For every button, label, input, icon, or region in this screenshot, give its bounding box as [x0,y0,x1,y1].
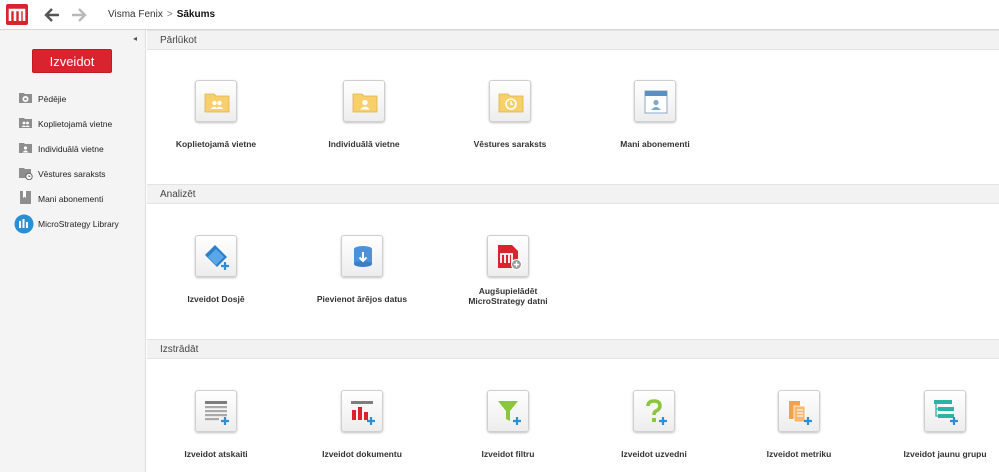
upload-mstr-file-icon [487,235,529,277]
section-title: Pārlūkot [160,35,197,46]
tile-shared-site[interactable]: Koplietojamā vietne [151,80,281,180]
collapse-sidebar-button[interactable]: ◂ [133,34,137,43]
tile-label: Izveidot atskaiti [184,449,248,459]
section-header-browse: Pārlūkot [147,30,999,50]
sidebar: ◂ Izveidot Pēdējie Koplietojamā vietne I… [0,30,146,472]
sidebar-item-library[interactable]: MicroStrategy Library [0,213,146,235]
tile-label: Izveidot jaunu grupu [903,449,987,459]
section-title: Analizēt [160,189,196,200]
section-header-analyze: Analizēt [147,184,999,204]
tile-label: Izveidot uzvedni [621,449,687,459]
sidebar-item-label: Vēstures saraksts [38,169,106,179]
tile-label-line1: Augšupielādēt [478,286,538,296]
create-report-icon [195,390,237,432]
subscriptions-icon [20,191,31,204]
shared-folder-icon [195,80,237,122]
tile-create-document[interactable]: Izveidot dokumentu [297,390,427,472]
top-bar: Visma Fenix > Sākums [0,0,999,30]
breadcrumb-separator: > [166,9,173,20]
tile-create-metric[interactable]: Izveidot metriku [734,390,864,472]
main-content: Pārlūkot Koplietojamā vietne Individuālā… [147,30,999,472]
tile-label: Koplietojamā vietne [175,139,257,149]
create-group-icon [924,390,966,432]
history-list-icon [19,168,33,180]
tile-create-dossier[interactable]: Izveidot Dosjē [151,235,281,335]
personal-folder-icon [19,143,32,153]
tile-add-external-data[interactable]: Pievienot ārējos datus [297,235,427,335]
tile-label: Izveidot dokumentu [322,449,402,459]
section-header-develop: Izstrādāt [147,339,999,359]
tile-label: Individuālā vietne [328,139,400,149]
sidebar-item-personal[interactable]: Individuālā vietne [0,138,146,160]
sidebar-item-label: Individuālā vietne [38,144,104,154]
add-external-data-icon [341,235,383,277]
create-document-icon [341,390,383,432]
shared-folder-icon [19,118,32,128]
tile-create-prompt[interactable]: Izveidot uzvedni [589,390,719,472]
tile-upload-mstr-file[interactable]: Augšupielādēt MicroStrategy datni [443,235,573,335]
breadcrumb: Visma Fenix > Sākums [108,9,215,20]
tile-label: Izveidot metriku [766,449,832,459]
sidebar-item-label: Mani abonementi [38,194,104,204]
tile-personal-site[interactable]: Individuālā vietne [299,80,429,180]
create-metric-icon [778,390,820,432]
tile-history-list[interactable]: Vēstures saraksts [445,80,575,180]
tile-label: Augšupielādēt MicroStrategy datni [443,286,573,306]
recent-icon [19,93,32,103]
breadcrumb-current: Sākums [176,9,216,20]
sidebar-item-label: MicroStrategy Library [38,219,119,229]
history-folder-icon [489,80,531,122]
tile-label: Vēstures saraksts [473,139,547,149]
sidebar-item-history[interactable]: Vēstures saraksts [0,163,146,185]
library-icon [14,214,34,234]
tile-label: Izveidot filtru [481,449,535,459]
create-prompt-icon [633,390,675,432]
sidebar-item-subscriptions[interactable]: Mani abonementi [0,188,146,210]
tile-create-report[interactable]: Izveidot atskaiti [151,390,281,472]
arrow-right-icon[interactable] [70,6,88,24]
tile-label: Mani abonementi [620,139,690,149]
section-title: Izstrādāt [160,344,199,355]
arrow-left-icon[interactable] [43,6,61,24]
tile-my-subscriptions[interactable]: Mani abonementi [590,80,720,180]
sidebar-item-recent[interactable]: Pēdējie [0,88,146,110]
sidebar-item-shared[interactable]: Koplietojamā vietne [0,113,146,135]
sidebar-item-label: Koplietojamā vietne [38,119,113,129]
tile-create-filter[interactable]: Izveidot filtru [443,390,573,472]
tile-label: Izveidot Dosjē [187,294,245,304]
create-button[interactable]: Izveidot [32,49,112,73]
subscriptions-icon [634,80,676,122]
sidebar-item-label: Pēdējie [38,94,67,104]
tile-create-group[interactable]: Izveidot jaunu grupu [880,390,999,472]
create-filter-icon [487,390,529,432]
microstrategy-logo-icon[interactable] [6,4,28,25]
create-dossier-icon [195,235,237,277]
personal-folder-icon [343,80,385,122]
tile-label: Pievienot ārējos datus [316,294,408,304]
breadcrumb-root[interactable]: Visma Fenix [108,9,163,20]
tile-label-line2: MicroStrategy datni [468,296,548,306]
